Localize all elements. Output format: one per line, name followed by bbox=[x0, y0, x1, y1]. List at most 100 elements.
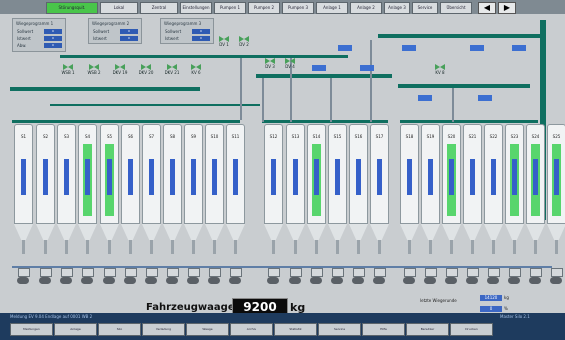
feeder[interactable] bbox=[330, 268, 344, 284]
feeder[interactable] bbox=[102, 268, 116, 284]
feeder[interactable] bbox=[228, 268, 242, 284]
feeder-box bbox=[467, 268, 479, 277]
silo[interactable]: S14 bbox=[307, 124, 326, 254]
silo[interactable]: S24 bbox=[526, 124, 545, 254]
valve-label: KV 6 bbox=[191, 70, 201, 75]
silo[interactable]: S22 bbox=[484, 124, 503, 254]
toolbar-button[interactable]: Pumpen 2 bbox=[248, 2, 280, 14]
pipe bbox=[378, 34, 546, 38]
toolbar-button[interactable]: Lokal bbox=[100, 2, 138, 14]
motor-icon bbox=[289, 277, 301, 284]
silo[interactable]: S2 bbox=[36, 124, 55, 254]
feeder[interactable] bbox=[309, 268, 323, 284]
toolbar-button[interactable]: Zentral bbox=[140, 2, 178, 14]
footer-tab[interactable]: Silo bbox=[98, 323, 141, 336]
toolbar-button[interactable]: Pumpen 1 bbox=[214, 2, 246, 14]
toolbar-button[interactable]: Anlage 1 bbox=[316, 2, 348, 14]
valve[interactable]: DV 2 bbox=[236, 36, 252, 47]
silo-cone bbox=[205, 224, 224, 240]
footer-tab[interactable]: Statistik bbox=[274, 323, 317, 336]
silo[interactable]: S6 bbox=[121, 124, 140, 254]
silo[interactable]: S15 bbox=[328, 124, 347, 254]
silo[interactable]: S9 bbox=[184, 124, 203, 254]
info-row-label: Istwert bbox=[165, 36, 179, 41]
footer-tab[interactable]: Meldungen bbox=[10, 323, 53, 336]
feeder[interactable] bbox=[186, 268, 200, 284]
silo[interactable]: S10 bbox=[205, 124, 224, 254]
silo[interactable]: S19 bbox=[421, 124, 440, 254]
silo[interactable]: S13 bbox=[286, 124, 305, 254]
silo[interactable]: S3 bbox=[57, 124, 76, 254]
feeder[interactable] bbox=[528, 268, 542, 284]
valve[interactable]: DKV 21 bbox=[162, 64, 182, 75]
silo[interactable]: S23 bbox=[505, 124, 524, 254]
feeder[interactable] bbox=[16, 268, 30, 284]
valve[interactable]: DKV 20 bbox=[136, 64, 156, 75]
valve[interactable]: KV 6 bbox=[186, 64, 206, 75]
silo[interactable]: S18 bbox=[400, 124, 419, 254]
feeder[interactable] bbox=[507, 268, 521, 284]
feeder[interactable] bbox=[59, 268, 73, 284]
footer-tab[interactable]: Waage bbox=[186, 323, 229, 336]
feeder[interactable] bbox=[266, 268, 280, 284]
silo[interactable]: S21 bbox=[463, 124, 482, 254]
feeder[interactable] bbox=[144, 268, 158, 284]
footer-tab[interactable]: Verladung bbox=[142, 323, 185, 336]
footer-tab[interactable]: Anlage bbox=[54, 323, 97, 336]
valve[interactable]: DV 1 bbox=[216, 36, 232, 47]
valve[interactable]: DV 3 bbox=[262, 58, 278, 69]
silo[interactable]: S17 bbox=[370, 124, 389, 254]
toolbar-button[interactable]: Service bbox=[412, 2, 438, 14]
feeder[interactable] bbox=[423, 268, 437, 284]
silo-status-bar bbox=[191, 159, 196, 195]
silo-spout bbox=[108, 240, 111, 254]
footer-tab[interactable]: Hilfe bbox=[362, 323, 405, 336]
feeder[interactable] bbox=[123, 268, 137, 284]
valve[interactable]: WSB 1 bbox=[58, 64, 78, 75]
toolbar-button[interactable]: Einstellungen bbox=[180, 2, 212, 14]
silo[interactable]: S16 bbox=[349, 124, 368, 254]
feeder[interactable] bbox=[486, 268, 500, 284]
feeder[interactable] bbox=[402, 268, 416, 284]
silo[interactable]: S8 bbox=[163, 124, 182, 254]
feeder[interactable] bbox=[351, 268, 365, 284]
feeder-box bbox=[332, 268, 344, 277]
feeder-box bbox=[311, 268, 323, 277]
silo[interactable]: S20 bbox=[442, 124, 461, 254]
feeder[interactable] bbox=[165, 268, 179, 284]
feeder[interactable] bbox=[288, 268, 302, 284]
silo[interactable]: S5 bbox=[100, 124, 119, 254]
toolbar-button[interactable]: Anlage 3 bbox=[384, 2, 410, 14]
silo[interactable]: S7 bbox=[142, 124, 161, 254]
footer-tab[interactable]: Drucken bbox=[450, 323, 493, 336]
footer-tab[interactable]: Archiv bbox=[230, 323, 273, 336]
silo-status-bar bbox=[533, 159, 538, 195]
feeder[interactable] bbox=[372, 268, 386, 284]
silo[interactable]: S1 bbox=[14, 124, 33, 254]
next-arrow-icon[interactable]: ▶ bbox=[498, 2, 516, 14]
silo[interactable]: S12 bbox=[264, 124, 283, 254]
motor-icon bbox=[187, 277, 199, 284]
silo[interactable]: S25 bbox=[547, 124, 565, 254]
silo[interactable]: S4 bbox=[78, 124, 97, 254]
valve[interactable]: DV 4 bbox=[282, 58, 298, 69]
valve[interactable]: DKV 19 bbox=[110, 64, 130, 75]
valve[interactable]: KV 8 bbox=[430, 64, 450, 75]
toolbar-button[interactable]: Störungsquit. bbox=[46, 2, 98, 14]
toolbar-button[interactable]: Pumpen 3 bbox=[282, 2, 314, 14]
feeder[interactable] bbox=[444, 268, 458, 284]
footer-tab[interactable]: Benutzer bbox=[406, 323, 449, 336]
footer-tab[interactable]: Service bbox=[318, 323, 361, 336]
feeder[interactable] bbox=[38, 268, 52, 284]
silo[interactable]: S11 bbox=[226, 124, 245, 254]
silo-cone bbox=[370, 224, 389, 240]
valve[interactable]: WSB 2 bbox=[84, 64, 104, 75]
feeder[interactable] bbox=[80, 268, 94, 284]
feeder[interactable] bbox=[207, 268, 221, 284]
motor-icon bbox=[166, 277, 178, 284]
toolbar-button[interactable]: Anlage 2 bbox=[350, 2, 382, 14]
feeder[interactable] bbox=[549, 268, 563, 284]
feeder[interactable] bbox=[465, 268, 479, 284]
toolbar-button[interactable]: Übersicht bbox=[440, 2, 472, 14]
previous-arrow-icon[interactable]: ◀ bbox=[478, 2, 496, 14]
